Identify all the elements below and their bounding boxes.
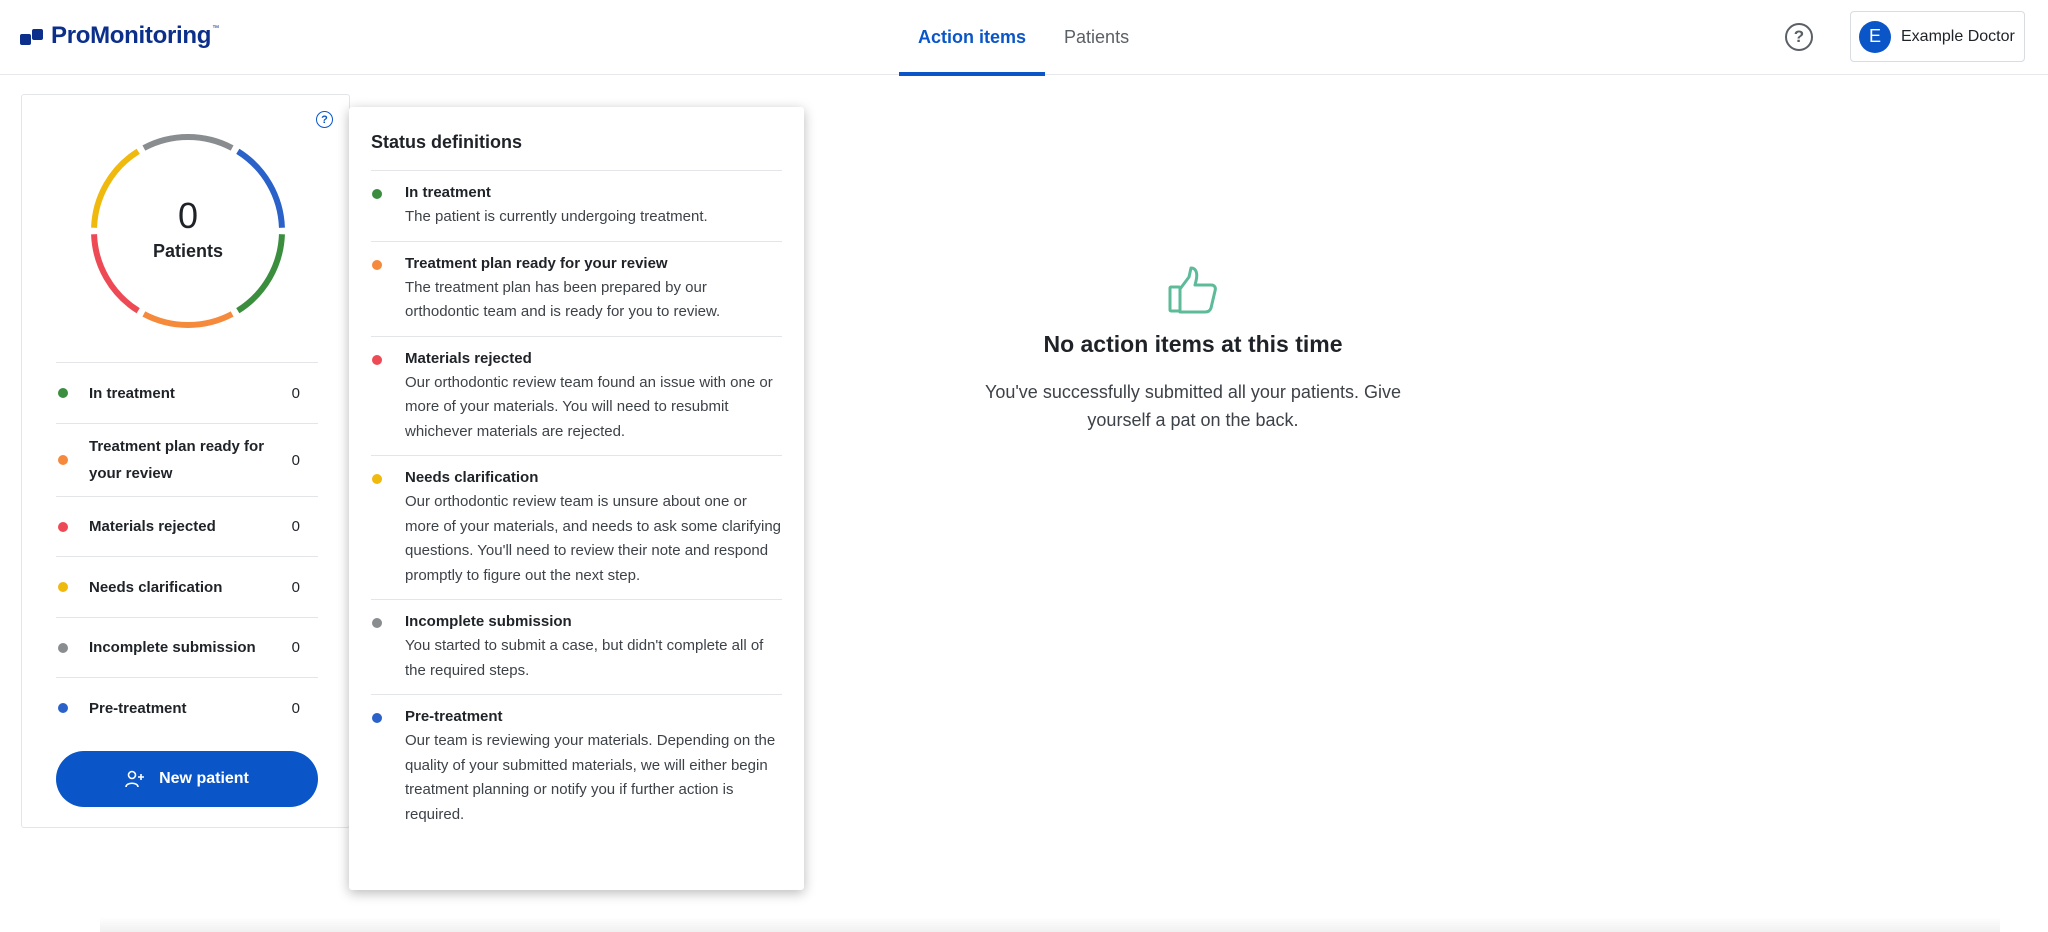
status-row-pre-treatment[interactable]: Pre-treatment 0 [56,677,318,738]
new-patient-label: New patient [159,770,249,787]
new-patient-button[interactable]: New patient [56,751,318,807]
empty-state-message: You've successfully submitted all your p… [985,382,1401,430]
status-label: Pre-treatment [89,699,187,717]
question-circle-icon[interactable]: ? [1785,23,1813,51]
status-definitions-popover: Status definitions In treatment The pati… [349,107,804,890]
status-row-in-treatment[interactable]: In treatment 0 [56,362,318,423]
status-count: 0 [291,518,300,535]
status-label: Materials rejected [89,518,216,535]
definition-description: The treatment plan has been prepared by … [405,278,721,321]
status-dot-icon [372,189,382,199]
definition-description: Our orthodontic review team found an iss… [405,373,773,440]
status-label: In treatment [89,384,175,402]
tab-patients[interactable]: Patients [1045,0,1148,75]
definition-name: Incomplete submission [405,613,572,630]
status-label: Treatment plan ready for your review [89,438,265,482]
popover-title: Status definitions [371,132,523,152]
status-dot-icon [372,354,382,365]
definition-name: Treatment plan ready for your review [405,254,668,272]
status-count-list: In treatment 0 Treatment plan ready for … [56,362,318,738]
status-dot-icon [58,388,68,398]
definition-name: Needs clarification [405,469,539,486]
status-row-incomplete[interactable]: Incomplete submission 0 [56,617,318,677]
definition-description: Our team is reviewing your materials. De… [405,732,776,823]
status-definitions-list: In treatment The patient is currently un… [371,170,782,838]
add-user-icon [125,770,145,788]
main-tabs: Action items Patients [899,0,1148,76]
status-count: 0 [291,384,300,402]
status-label: Needs clarification [89,578,223,596]
logo-mark-icon [20,25,48,47]
status-dot-icon [372,618,382,628]
definition-name: Materials rejected [405,349,532,367]
definition-name: Pre-treatment [405,708,503,725]
status-info-icon[interactable]: ? [316,111,333,128]
status-dot-icon [58,703,68,713]
definition-pre-treatment: Pre-treatment Our team is reviewing your… [371,694,782,838]
definition-name: In treatment [405,184,491,201]
tab-action-items[interactable]: Action items [899,0,1046,76]
definition-incomplete: Incomplete submission You started to sub… [371,599,782,694]
definition-in-treatment: In treatment The patient is currently un… [371,170,782,241]
thumbs-up-icon [1168,266,1217,314]
top-navigation-bar: ProMonitoring ™ Action items Patients ? E… [0,0,2048,76]
empty-state-title: No action items at this time [1043,331,1343,357]
user-menu-button[interactable]: E Example Doctor [1850,11,2025,62]
logo-text: ProMonitoring [51,22,212,49]
definition-plan-ready: Treatment plan ready for your review The… [371,240,782,336]
logo-trademark: ™ [212,24,220,32]
status-row-plan-ready[interactable]: Treatment plan ready for your review 0 [56,423,318,496]
empty-state: No action items at this time You've succ… [940,265,1446,434]
status-dot-icon [58,521,68,532]
donut-segment-plan-ready [142,311,234,328]
status-row-clarification[interactable]: Needs clarification 0 [56,556,318,617]
definition-description: Our orthodontic review team is unsure ab… [405,493,782,584]
status-label: Incomplete submission [89,639,256,656]
bottom-shadow [100,917,2000,932]
status-row-rejected[interactable]: Materials rejected 0 [56,496,318,556]
status-dot-icon [372,713,382,723]
status-dot-icon [58,455,68,465]
avatar: E [1859,20,1891,53]
status-dot-icon [58,642,68,653]
status-count: 0 [291,451,300,469]
promonitoring-logo[interactable]: ProMonitoring ™ [20,22,219,50]
status-count: 0 [291,639,300,656]
definition-rejected: Materials rejected Our orthodontic revie… [371,335,782,456]
definition-description: The patient is currently undergoing trea… [405,208,708,225]
patient-status-summary-card: ? 0 Patients In treatment 0 Treatment pl… [21,94,350,828]
status-dot-icon [372,474,382,484]
donut-segment-incomplete [142,134,234,151]
status-count: 0 [291,578,300,596]
total-patients-label: Patients [152,241,224,261]
definition-description: You started to submit a case, but didn't… [405,637,764,679]
status-dot-icon [372,259,382,270]
status-dot-icon [58,582,68,592]
status-count: 0 [291,699,300,717]
user-name: Example Doctor [1901,27,2015,45]
total-patients-count: 0 [177,195,199,236]
definition-clarification: Needs clarification Our orthodontic revi… [371,455,782,599]
